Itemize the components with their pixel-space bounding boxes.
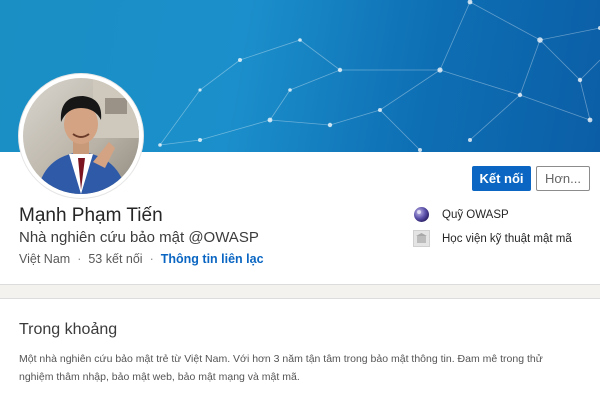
side-item-school[interactable]: Học viện kỹ thuật mật mã [413,230,572,247]
connections-count[interactable]: 53 kết nối [88,252,142,266]
meta-separator: · [77,252,82,266]
owasp-logo-icon [413,206,430,223]
profile-headline: Nhà nghiên cứu bảo mật @OWASP [19,229,259,246]
connect-button[interactable]: Kết nối [472,166,531,191]
side-item-label: Quỹ OWASP [442,208,509,221]
user-avatar-icon [23,78,139,194]
side-item-owasp[interactable]: Quỹ OWASP [413,206,509,223]
about-card: Trong khoảng Một nhà nghiên cứu bảo mật … [0,298,600,400]
school-logo-icon [413,230,430,247]
side-item-label: Học viện kỹ thuật mật mã [442,232,572,245]
more-button[interactable]: Hơn... [536,166,590,191]
profile-card: Kết nối Hơn... Mạnh Phạm Tiến Nhà nghiên… [0,0,600,285]
profile-meta: Việt Nam · 53 kết nối · Thông tin liên l… [19,252,264,266]
profile-name: Mạnh Phạm Tiến [19,205,163,226]
contact-info-link[interactable]: Thông tin liên lạc [161,252,264,266]
avatar[interactable] [19,74,143,198]
about-text: Một nhà nghiên cứu bảo mật trẻ từ Việt N… [19,353,543,383]
about-title: Trong khoảng [19,321,118,338]
meta-separator: · [149,252,154,266]
location-text: Việt Nam [19,252,71,266]
